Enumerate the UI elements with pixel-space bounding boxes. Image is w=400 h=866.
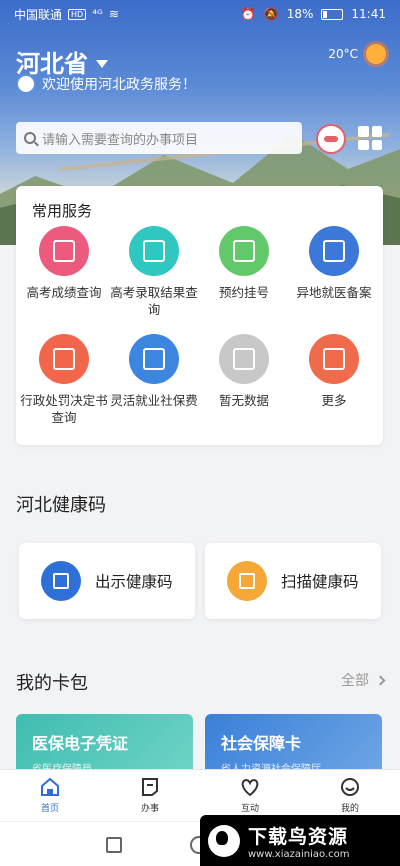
service-penalty-query[interactable]: 行政处罚决定书查询 [18, 334, 110, 426]
document-icon [142, 778, 158, 796]
scan-health-code-label: 扫描健康码 [281, 573, 359, 591]
penalty-document-icon [39, 334, 89, 384]
service-no-data[interactable]: 暂无数据 [198, 334, 290, 409]
service-label: 异地就医备案 [296, 285, 372, 300]
chevron-right-icon [375, 675, 386, 685]
all-label: 全部 [341, 673, 369, 689]
service-label: 暂无数据 [218, 393, 269, 408]
status-bar: 中国联通 HD ⁴ᴳ ≋ ⏰ 🔕 18% 11:41 [0, 0, 400, 28]
bird-logo-icon [208, 824, 240, 857]
tab-profile[interactable]: 我的 [300, 770, 400, 821]
card-name: 医保电子凭证 [32, 734, 129, 753]
alarm-icon: ⏰ [240, 7, 256, 21]
heart-icon [241, 778, 259, 797]
medical-transfer-icon [309, 226, 359, 276]
placeholder-emblem-icon [219, 334, 269, 384]
tab-label: 首页 [40, 804, 59, 814]
wallet-title: 我的卡包 [16, 673, 88, 694]
mail-check-icon [129, 226, 179, 276]
service-label: 高考录取结果查询 [110, 285, 198, 317]
service-label: 预约挂号 [218, 285, 269, 300]
bottom-tab-bar: 首页 办事 互动 我的 [0, 769, 400, 821]
services-card: 常用服务 高考成绩查询 高考录取结果查询 预约挂号 异地就医备案 行政处罚决定书… [16, 186, 383, 445]
welcome-banner: 欢迎使用河北政务服务！ [16, 74, 196, 94]
search-input[interactable]: 请输入需要查询的办事项目 [16, 122, 302, 154]
tab-label: 互动 [240, 804, 259, 814]
service-label: 高考成绩查询 [26, 285, 102, 300]
watermark-url: www.xiazainiao.com [248, 848, 350, 860]
search-placeholder: 请输入需要查询的办事项目 [42, 132, 199, 148]
medical-insurance-card[interactable]: 医保电子凭证 省医疗保障局 [16, 714, 193, 774]
more-apps-icon [309, 334, 359, 384]
home-icon [41, 777, 59, 796]
weather-widget[interactable]: 20°C [328, 44, 386, 64]
wifi-icon: ≋ [108, 7, 119, 21]
search-icon [24, 132, 36, 144]
scan-icon [227, 561, 267, 601]
tab-home[interactable]: 首页 [0, 770, 100, 821]
service-more[interactable]: 更多 [288, 334, 380, 409]
health-code-title: 河北健康码 [16, 495, 106, 516]
service-remote-medical[interactable]: 异地就医备案 [288, 226, 380, 301]
grade-icon [39, 226, 89, 276]
card-name: 社会保障卡 [221, 734, 302, 753]
sun-icon [366, 44, 386, 64]
clock: 11:41 [351, 7, 386, 21]
service-flexible-insurance[interactable]: 灵活就业社保费 [108, 334, 200, 409]
recent-apps-button[interactable] [106, 837, 122, 853]
show-health-code-label: 出示健康码 [95, 573, 173, 591]
tab-services[interactable]: 办事 [100, 770, 200, 821]
hd-badge: HD [68, 8, 87, 20]
watermark-title: 下载鸟资源 [248, 825, 349, 848]
service-label: 更多 [321, 393, 347, 408]
service-label: 灵活就业社保费 [110, 393, 198, 408]
service-label: 行政处罚决定书查询 [20, 393, 108, 425]
carrier-name: 中国联通 [14, 7, 63, 22]
show-health-code-button[interactable]: 出示健康码 [19, 543, 195, 619]
wallet-all-link[interactable]: 全部 [341, 670, 386, 690]
smile-icon [341, 778, 359, 796]
assistant-robot-icon[interactable] [316, 124, 346, 154]
mute-icon: 🔕 [263, 7, 279, 21]
caret-down-icon [96, 59, 108, 68]
temperature: 20°C [328, 47, 358, 61]
qr-code-icon [41, 561, 81, 601]
yuan-hand-icon [129, 334, 179, 384]
tab-interact[interactable]: 互动 [200, 770, 300, 821]
service-gaokao-score[interactable]: 高考成绩查询 [18, 226, 110, 301]
app-grid-icon[interactable] [358, 126, 382, 150]
calendar-check-icon [219, 226, 269, 276]
service-gaokao-admission[interactable]: 高考录取结果查询 [108, 226, 200, 318]
watermark-overlay: 下载鸟资源 www.xiazainiao.com [200, 815, 400, 866]
emblem-icon [16, 74, 36, 94]
battery-icon [321, 8, 344, 20]
tab-label: 办事 [140, 804, 159, 814]
social-security-card[interactable]: 社会保障卡 省人力资源社会保障厅 [205, 714, 382, 774]
welcome-text: 欢迎使用河北政务服务！ [42, 77, 196, 93]
tab-label: 我的 [340, 804, 359, 814]
signal-icon: ⁴ᴳ [92, 7, 103, 21]
service-appointment[interactable]: 预约挂号 [198, 226, 290, 301]
services-title: 常用服务 [32, 202, 93, 220]
scan-health-code-button[interactable]: 扫描健康码 [205, 543, 381, 619]
battery-percent: 18% [286, 7, 314, 21]
